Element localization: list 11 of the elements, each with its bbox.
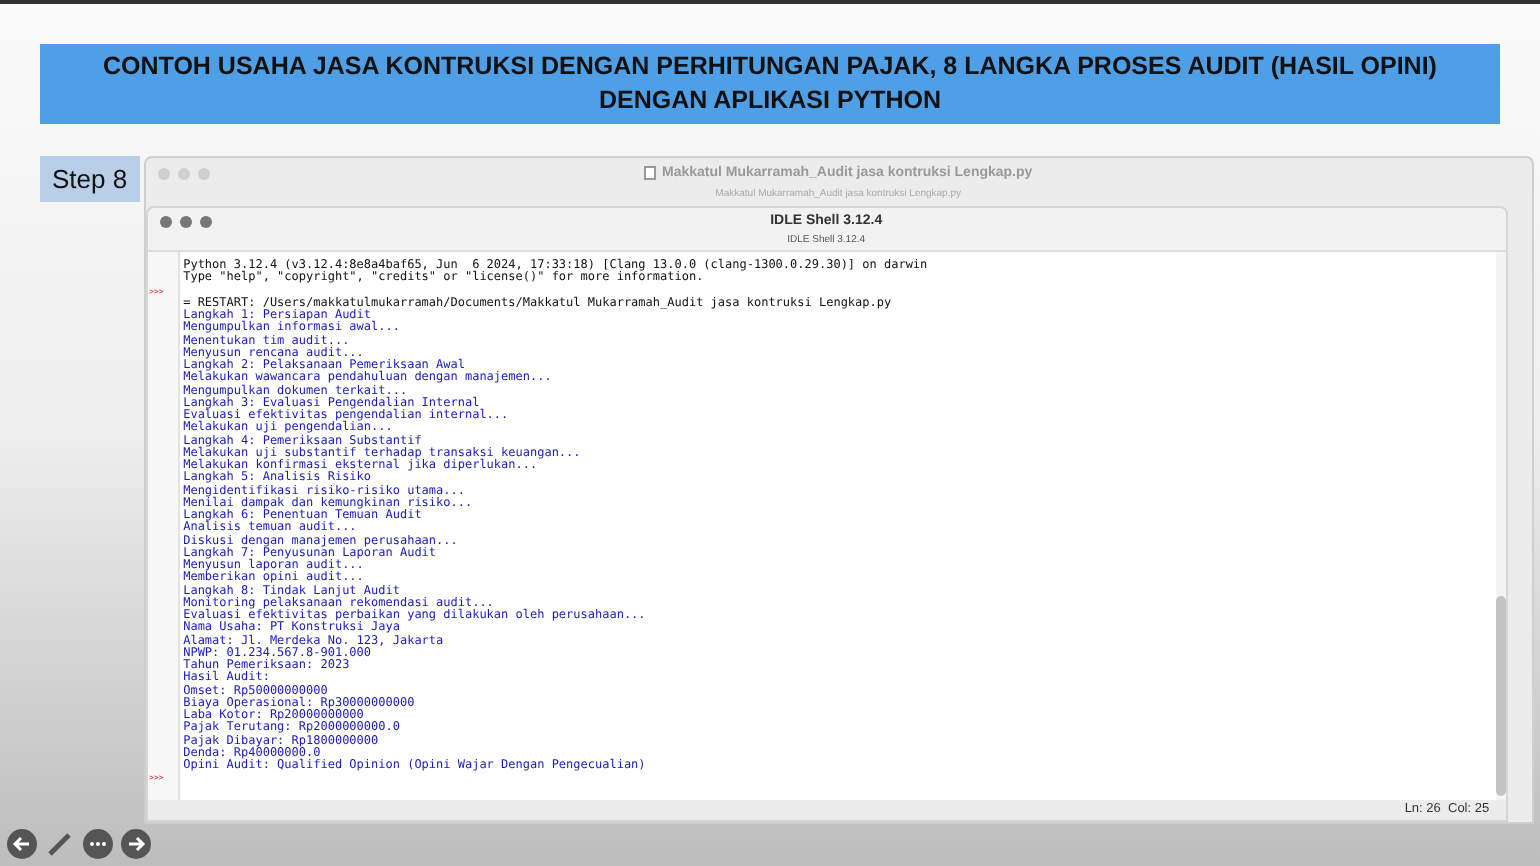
more-icon[interactable] <box>82 828 114 860</box>
pen-icon[interactable] <box>44 828 76 860</box>
document-icon <box>644 166 656 180</box>
scrollbar[interactable] <box>1495 252 1506 800</box>
forward-icon[interactable] <box>120 828 152 860</box>
close-icon[interactable] <box>159 216 172 228</box>
minimize-icon[interactable] <box>179 216 192 228</box>
back-icon[interactable] <box>6 828 38 860</box>
slide-title: CONTOH USAHA JASA KONTRUKSI DENGAN PERHITUNGAN PAJAK, 8 LANGKA PROSES AUDIT (HASIL OPINI) DENGAN APLIKASI PYTHON <box>101 50 1439 118</box>
step-label: Step 8 <box>40 156 140 202</box>
zoom-icon[interactable] <box>199 216 212 228</box>
